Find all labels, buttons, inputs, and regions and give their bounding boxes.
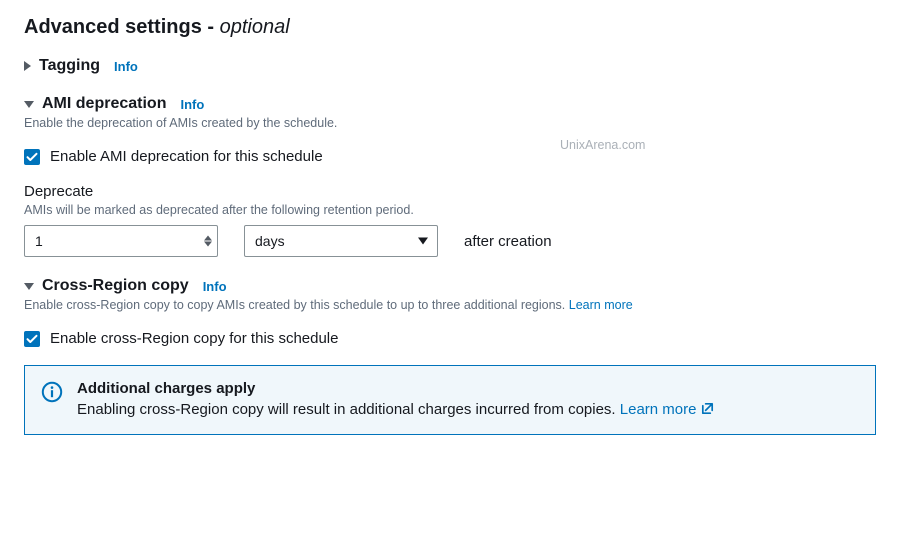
cross-region-header[interactable]: Cross-Region copy Info <box>24 277 876 295</box>
tagging-info-link[interactable]: Info <box>114 59 138 74</box>
cross-region-desc: Enable cross-Region copy to copy AMIs cr… <box>24 298 876 312</box>
ami-deprecation-info-link[interactable]: Info <box>180 97 204 112</box>
ami-deprecation-desc: Enable the deprecation of AMIs created b… <box>24 116 876 130</box>
ami-deprecation-header[interactable]: AMI deprecation Info <box>24 95 876 113</box>
enable-cross-region-row: Enable cross-Region copy for this schedu… <box>24 330 876 347</box>
cross-region-desc-text: Enable cross-Region copy to copy AMIs cr… <box>24 298 569 312</box>
enable-cross-region-checkbox[interactable] <box>24 331 40 347</box>
tagging-title: Tagging <box>39 57 100 75</box>
watermark-text: UnixArena.com <box>560 138 645 152</box>
deprecate-unit-select[interactable]: days <box>244 225 438 257</box>
check-icon <box>26 333 38 345</box>
stepper-down-icon <box>204 242 212 247</box>
enable-ami-deprecation-label: Enable AMI deprecation for this schedule <box>50 148 323 165</box>
deprecate-unit-select-wrap: days <box>244 225 438 257</box>
cross-region-info-link[interactable]: Info <box>203 279 227 294</box>
ami-deprecation-section: AMI deprecation Info Enable the deprecat… <box>24 95 876 257</box>
enable-ami-deprecation-checkbox[interactable] <box>24 149 40 165</box>
deprecate-desc: AMIs will be marked as deprecated after … <box>24 203 876 217</box>
charges-alert: Additional charges apply Enabling cross-… <box>24 365 876 435</box>
check-icon <box>26 151 38 163</box>
alert-body: Additional charges apply Enabling cross-… <box>77 380 859 420</box>
deprecate-field-group: Deprecate AMIs will be marked as depreca… <box>24 183 876 257</box>
deprecate-suffix: after creation <box>464 233 552 250</box>
page-title: Advanced settings - optional <box>24 16 876 39</box>
alert-learn-more-link[interactable]: Learn more <box>620 401 716 418</box>
chevron-right-icon <box>24 61 31 71</box>
deprecate-unit-value: days <box>255 233 285 249</box>
alert-text-content: Enabling cross-Region copy will result i… <box>77 401 620 418</box>
enable-ami-deprecation-row: Enable AMI deprecation for this schedule <box>24 148 876 165</box>
stepper-up-icon <box>204 236 212 241</box>
alert-title: Additional charges apply <box>77 380 859 397</box>
tagging-header[interactable]: Tagging Info <box>24 57 876 75</box>
info-icon <box>41 381 63 403</box>
chevron-down-icon <box>24 283 34 290</box>
tagging-section: Tagging Info <box>24 57 876 75</box>
ami-deprecation-title: AMI deprecation <box>42 95 166 113</box>
deprecate-number-wrap <box>24 225 218 257</box>
chevron-down-icon <box>418 238 428 245</box>
deprecate-label: Deprecate <box>24 183 876 200</box>
external-link-icon <box>700 401 715 420</box>
cross-region-title: Cross-Region copy <box>42 277 189 295</box>
page-title-optional: optional <box>220 16 290 38</box>
enable-cross-region-label: Enable cross-Region copy for this schedu… <box>50 330 339 347</box>
cross-region-learn-more-link[interactable]: Learn more <box>569 298 633 312</box>
deprecate-input-row: days after creation <box>24 225 876 257</box>
alert-learn-more-text: Learn more <box>620 401 697 418</box>
alert-text: Enabling cross-Region copy will result i… <box>77 401 859 420</box>
chevron-down-icon <box>24 101 34 108</box>
page-title-main: Advanced settings - <box>24 16 220 38</box>
deprecate-stepper[interactable] <box>204 236 212 247</box>
deprecate-number-input[interactable] <box>24 225 218 257</box>
cross-region-section: Cross-Region copy Info Enable cross-Regi… <box>24 277 876 435</box>
